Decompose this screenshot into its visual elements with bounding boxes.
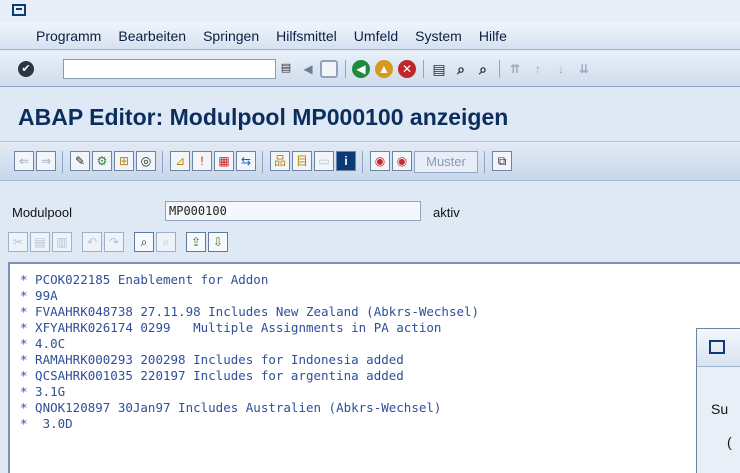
popup-text: Su xyxy=(711,401,729,417)
menu-bar: Programm Bearbeiten Springen Hilfsmittel… xyxy=(0,22,740,50)
save-icon[interactable] xyxy=(320,60,338,78)
hierarchy-icon[interactable]: 品 xyxy=(270,151,290,171)
toolbar-separator xyxy=(345,60,346,78)
command-history-icon[interactable]: ▤ xyxy=(280,60,292,76)
toolbar-separator xyxy=(362,151,363,173)
exit-icon[interactable]: ▲ xyxy=(375,60,393,78)
menu-system[interactable]: System xyxy=(415,28,462,44)
modulpool-label: Modulpool xyxy=(12,205,72,220)
info-icon[interactable]: i xyxy=(336,151,356,171)
test-icon[interactable]: ⊿ xyxy=(170,151,190,171)
menu-programm[interactable]: Programm xyxy=(36,28,101,44)
find-icon[interactable]: ⌕ xyxy=(452,60,470,78)
menu-hilfe[interactable]: Hilfe xyxy=(479,28,507,44)
toolbar-separator xyxy=(484,151,485,173)
activate-icon[interactable]: ◎ xyxy=(136,151,156,171)
forward-arrow-icon[interactable]: ⇒ xyxy=(36,151,56,171)
code-line: * 3.1G xyxy=(20,384,66,399)
code-line: * XFYAHRK026174 0299 Multiple Assignment… xyxy=(20,320,442,335)
code-line: * 3.0D xyxy=(20,416,73,431)
object-list-icon[interactable]: ▦ xyxy=(214,151,234,171)
code-line: * QCSAHRK001035 220197 Includes for arge… xyxy=(20,368,404,383)
last-page-icon[interactable]: ⇊ xyxy=(575,60,593,78)
popup-text-fragment: ( xyxy=(727,434,732,450)
upload-icon[interactable]: ⇪ xyxy=(186,232,206,252)
sap-gui-window: Programm Bearbeiten Springen Hilfsmittel… xyxy=(0,0,740,473)
toolbar-separator xyxy=(262,151,263,173)
inactive-toolbar-icon[interactable]: ▭ xyxy=(314,151,334,171)
breakpoint-icon[interactable]: ◉ xyxy=(370,151,390,171)
other-object-icon[interactable]: ⚙ xyxy=(92,151,112,171)
application-toolbar: ⇐ ⇒ ✎ ⚙ ⊞ ◎ ⊿ ! ▦ ⇆ 品 目 ▭ i ◉ ◉ Muster ⧉ xyxy=(0,141,740,181)
back-arrow-icon[interactable]: ⇐ xyxy=(14,151,34,171)
first-page-icon[interactable]: ⇈ xyxy=(506,60,524,78)
editor-toolbar: ✂ ▤ ▥ ↶ ↷ ⌕ ⌕ ⇪ ⇩ xyxy=(8,230,738,258)
menu-springen[interactable]: Springen xyxy=(203,28,259,44)
popup-dialog[interactable]: Su ( xyxy=(696,328,740,473)
menu-hilfsmittel[interactable]: Hilfsmittel xyxy=(276,28,337,44)
download-icon[interactable]: ⇩ xyxy=(208,232,228,252)
redo-icon[interactable]: ↷ xyxy=(104,232,124,252)
popup-window-icon[interactable] xyxy=(709,340,725,354)
toolbar-separator xyxy=(423,60,424,78)
copy-icon[interactable]: ▤ xyxy=(30,232,50,252)
code-editor[interactable]: * PCOK022185 Enablement for Addon * 99A … xyxy=(8,262,740,473)
display-change-icon[interactable]: ✎ xyxy=(70,151,90,171)
system-toolbar: ✔ ▤ ◀ ◀ ▲ ✕ ▤ ⌕ ⌕ ⇈ ↑ ↓ ⇊ xyxy=(0,51,740,87)
find-next-icon[interactable]: ⌕ xyxy=(474,60,492,78)
modulpool-input[interactable]: MP000100 xyxy=(165,201,421,221)
toolbar-separator xyxy=(162,151,163,173)
screen-title: ABAP Editor: Modulpool MP000100 anzeigen xyxy=(18,104,509,130)
enter-check-icon[interactable]: ✔ xyxy=(18,61,34,77)
menu-umfeld[interactable]: Umfeld xyxy=(354,28,398,44)
previous-page-icon[interactable]: ↑ xyxy=(529,60,547,78)
where-used-icon[interactable]: ! xyxy=(192,151,212,171)
code-line: * PCOK022185 Enablement for Addon xyxy=(20,272,269,287)
back-icon[interactable]: ◀ xyxy=(352,60,370,78)
cut-icon[interactable]: ✂ xyxy=(8,232,28,252)
navigation-window-icon[interactable]: ⇆ xyxy=(236,151,256,171)
session-breakpoint-icon[interactable]: ◉ xyxy=(392,151,412,171)
menu-bearbeiten[interactable]: Bearbeiten xyxy=(118,28,186,44)
layout-icon[interactable]: 目 xyxy=(292,151,312,171)
toolbar-separator xyxy=(499,60,500,78)
code-line: * RAMAHRK000293 200298 Includes for Indo… xyxy=(20,352,404,367)
editor-find-icon[interactable]: ⌕ xyxy=(134,232,154,252)
cancel-icon[interactable]: ✕ xyxy=(398,60,416,78)
muster-button[interactable]: Muster xyxy=(414,151,478,173)
code-line: * 4.0C xyxy=(20,336,66,351)
code-line: * FVAAHRK048738 27.11.98 Includes New Ze… xyxy=(20,304,480,319)
print-icon[interactable]: ▤ xyxy=(430,60,448,78)
code-line: * 99A xyxy=(20,288,58,303)
sap-window-menu-icon[interactable] xyxy=(12,4,26,16)
paste-icon[interactable]: ▥ xyxy=(52,232,72,252)
check-icon[interactable]: ⊞ xyxy=(114,151,134,171)
code-line: * QNOK120897 30Jan97 Includes Australien… xyxy=(20,400,442,415)
undo-icon[interactable]: ↶ xyxy=(82,232,102,252)
pretty-printer-icon[interactable]: ⧉ xyxy=(492,151,512,171)
collapse-arrow-icon[interactable]: ◀ xyxy=(299,60,317,78)
popup-titlebar xyxy=(697,329,740,367)
next-page-icon[interactable]: ↓ xyxy=(552,60,570,78)
program-status: aktiv xyxy=(433,205,460,220)
editor-find-next-icon[interactable]: ⌕ xyxy=(156,232,176,252)
program-field-row: Modulpool MP000100 aktiv xyxy=(0,198,740,226)
toolbar-separator xyxy=(62,151,63,173)
command-field[interactable] xyxy=(63,59,276,79)
